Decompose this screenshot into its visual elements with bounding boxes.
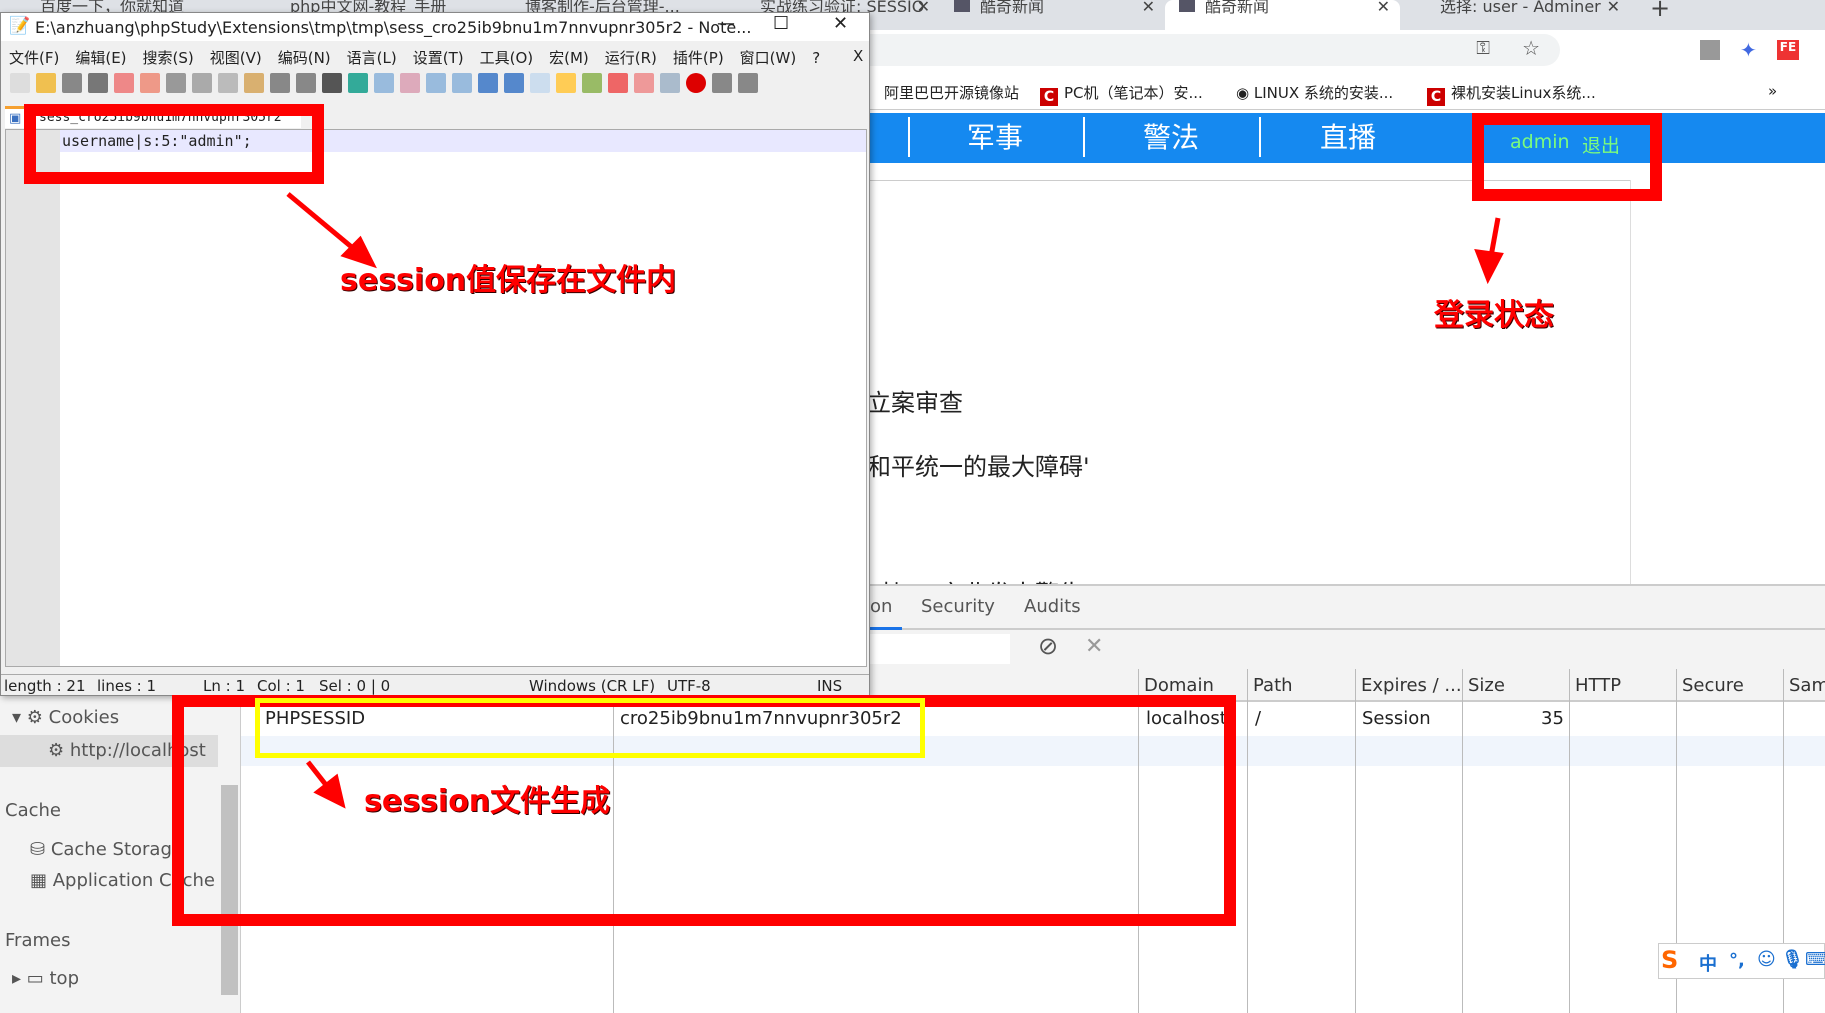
annotation-file: session值保存在文件内 [340,263,677,298]
microphone-icon[interactable]: 🎙 [1781,949,1804,970]
keyboard-icon[interactable]: ⌨ [1805,949,1825,970]
emoji-icon[interactable]: ☺ [1757,949,1776,970]
arrowhead-icon [1474,248,1504,285]
annotation-arrows [286,192,1504,809]
ime-toolbar[interactable]: S 中 °, ☺ 🎙 ⌨ [1658,943,1825,979]
ime-mode[interactable]: 中 [1699,950,1717,976]
arrow-icon [286,192,362,256]
annotation-login: 登录状态 [1434,298,1554,333]
sogou-logo-icon: S [1661,946,1679,974]
punctuation-icon[interactable]: °, [1729,950,1745,971]
annotation-cookie: session文件生成 [364,784,611,819]
